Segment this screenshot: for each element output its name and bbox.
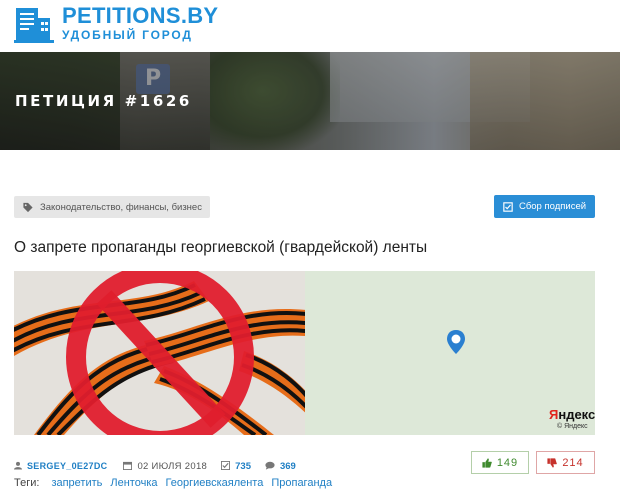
signatures-count[interactable]: 735 — [235, 461, 251, 472]
petition-date: 02 ИЮЛЯ 2018 — [137, 460, 208, 472]
tag-link[interactable]: Пропаганда — [271, 477, 332, 489]
vote-up-button[interactable]: 149 — [471, 451, 529, 474]
check-icon — [221, 460, 231, 472]
building-document-icon[interactable] — [14, 4, 54, 44]
tag-icon — [23, 202, 33, 212]
tag-link[interactable]: Георгиевскаялента — [166, 477, 264, 489]
tag-link[interactable]: Ленточка — [110, 477, 157, 489]
collect-signatures-button[interactable]: Сбор подписей — [494, 195, 595, 218]
author-link[interactable]: SERGEY_0E27DC — [27, 461, 107, 471]
yandex-copyright[interactable]: © Яндекс — [557, 423, 588, 430]
petition-image[interactable] — [14, 271, 305, 435]
vote-down-count: 214 — [562, 456, 584, 469]
collect-signatures-label: Сбор подписей — [518, 201, 587, 212]
map-pin-icon[interactable] — [446, 329, 466, 355]
tags-label: Теги: — [14, 477, 40, 489]
site-logo-title[interactable]: PETITIONS.BY — [62, 3, 218, 29]
category-label: Законодательство, финансы, бизнес — [40, 201, 202, 213]
tag-link[interactable]: запретить — [51, 477, 102, 489]
user-icon — [14, 461, 22, 472]
yandex-logo-rest: ндекс — [558, 407, 595, 422]
vote-up-count: 149 — [496, 456, 519, 469]
comments-count[interactable]: 369 — [280, 461, 296, 472]
thumbs-down-icon — [547, 457, 558, 468]
tags-row: Теги: запретить Ленточка Георгиевскаялен… — [14, 477, 332, 489]
site-logo-subtitle: УДОБНЫЙ ГОРОД — [62, 28, 193, 42]
vote-down-button[interactable]: 214 — [536, 451, 595, 474]
petition-banner: P ПЕТИЦИЯ #1626 — [0, 52, 620, 150]
petition-meta: SERGEY_0E27DC 02 ИЮЛЯ 2018 735 369 — [14, 459, 310, 473]
comment-icon — [265, 461, 275, 472]
location-map[interactable]: Яндекс © Яндекс — [305, 271, 595, 435]
thumbs-up-icon — [482, 457, 492, 468]
site-header: PETITIONS.BY УДОБНЫЙ ГОРОД — [0, 0, 620, 52]
petition-title: О запрете пропаганды георгиевской (гвард… — [14, 239, 428, 256]
banner-title: ПЕТИЦИЯ #1626 — [15, 92, 192, 110]
category-badge[interactable]: Законодательство, финансы, бизнес — [14, 196, 210, 218]
calendar-icon — [123, 461, 133, 472]
yandex-logo[interactable]: Яндекс — [549, 407, 595, 422]
yandex-logo-text: Я — [549, 407, 559, 422]
ribbon-prohibited-image — [14, 271, 305, 435]
check-square-icon — [503, 201, 513, 212]
